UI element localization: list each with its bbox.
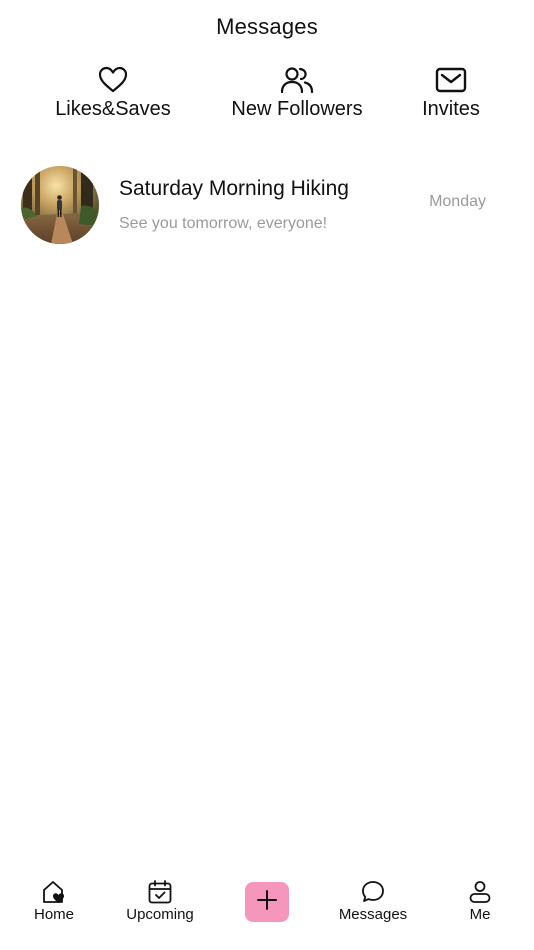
tab-me-label: Me [469, 906, 491, 923]
tab-messages-label: Messages [338, 906, 408, 923]
home-heart-icon [40, 878, 68, 906]
envelope-icon [434, 64, 468, 96]
tab-messages[interactable]: Messages [332, 870, 414, 950]
users-icon [280, 64, 314, 96]
likes-saves-label: Likes&Saves [55, 98, 171, 120]
new-followers-tab[interactable]: New Followers [224, 64, 370, 121]
likes-saves-tab[interactable]: Likes&Saves [50, 64, 176, 121]
chat-bubble-icon [359, 878, 387, 906]
page-title: Messages [216, 14, 318, 39]
tab-upcoming[interactable]: Upcoming [118, 870, 202, 950]
person-icon [466, 878, 494, 906]
tab-upcoming-label: Upcoming [126, 906, 194, 923]
plus-icon [256, 889, 278, 916]
tab-home-label: Home [33, 906, 74, 923]
tab-home[interactable]: Home [24, 870, 84, 950]
invites-label: Invites [422, 98, 480, 120]
invites-tab[interactable]: Invites [416, 64, 486, 121]
bottom-tab-bar: Home Upcoming Messages Me [0, 870, 534, 950]
conversation-preview: See you tomorrow, everyone! [119, 215, 328, 232]
heart-icon [96, 64, 130, 96]
tab-me[interactable]: Me [456, 870, 504, 950]
calendar-check-icon [146, 878, 174, 906]
conversation-time: Monday [429, 193, 486, 210]
new-followers-label: New Followers [231, 98, 363, 120]
conversation-item[interactable]: Saturday Morning Hiking See you tomorrow… [0, 164, 534, 248]
avatar [21, 166, 99, 244]
conversation-title: Saturday Morning Hiking [119, 177, 349, 200]
create-button[interactable] [245, 882, 289, 922]
